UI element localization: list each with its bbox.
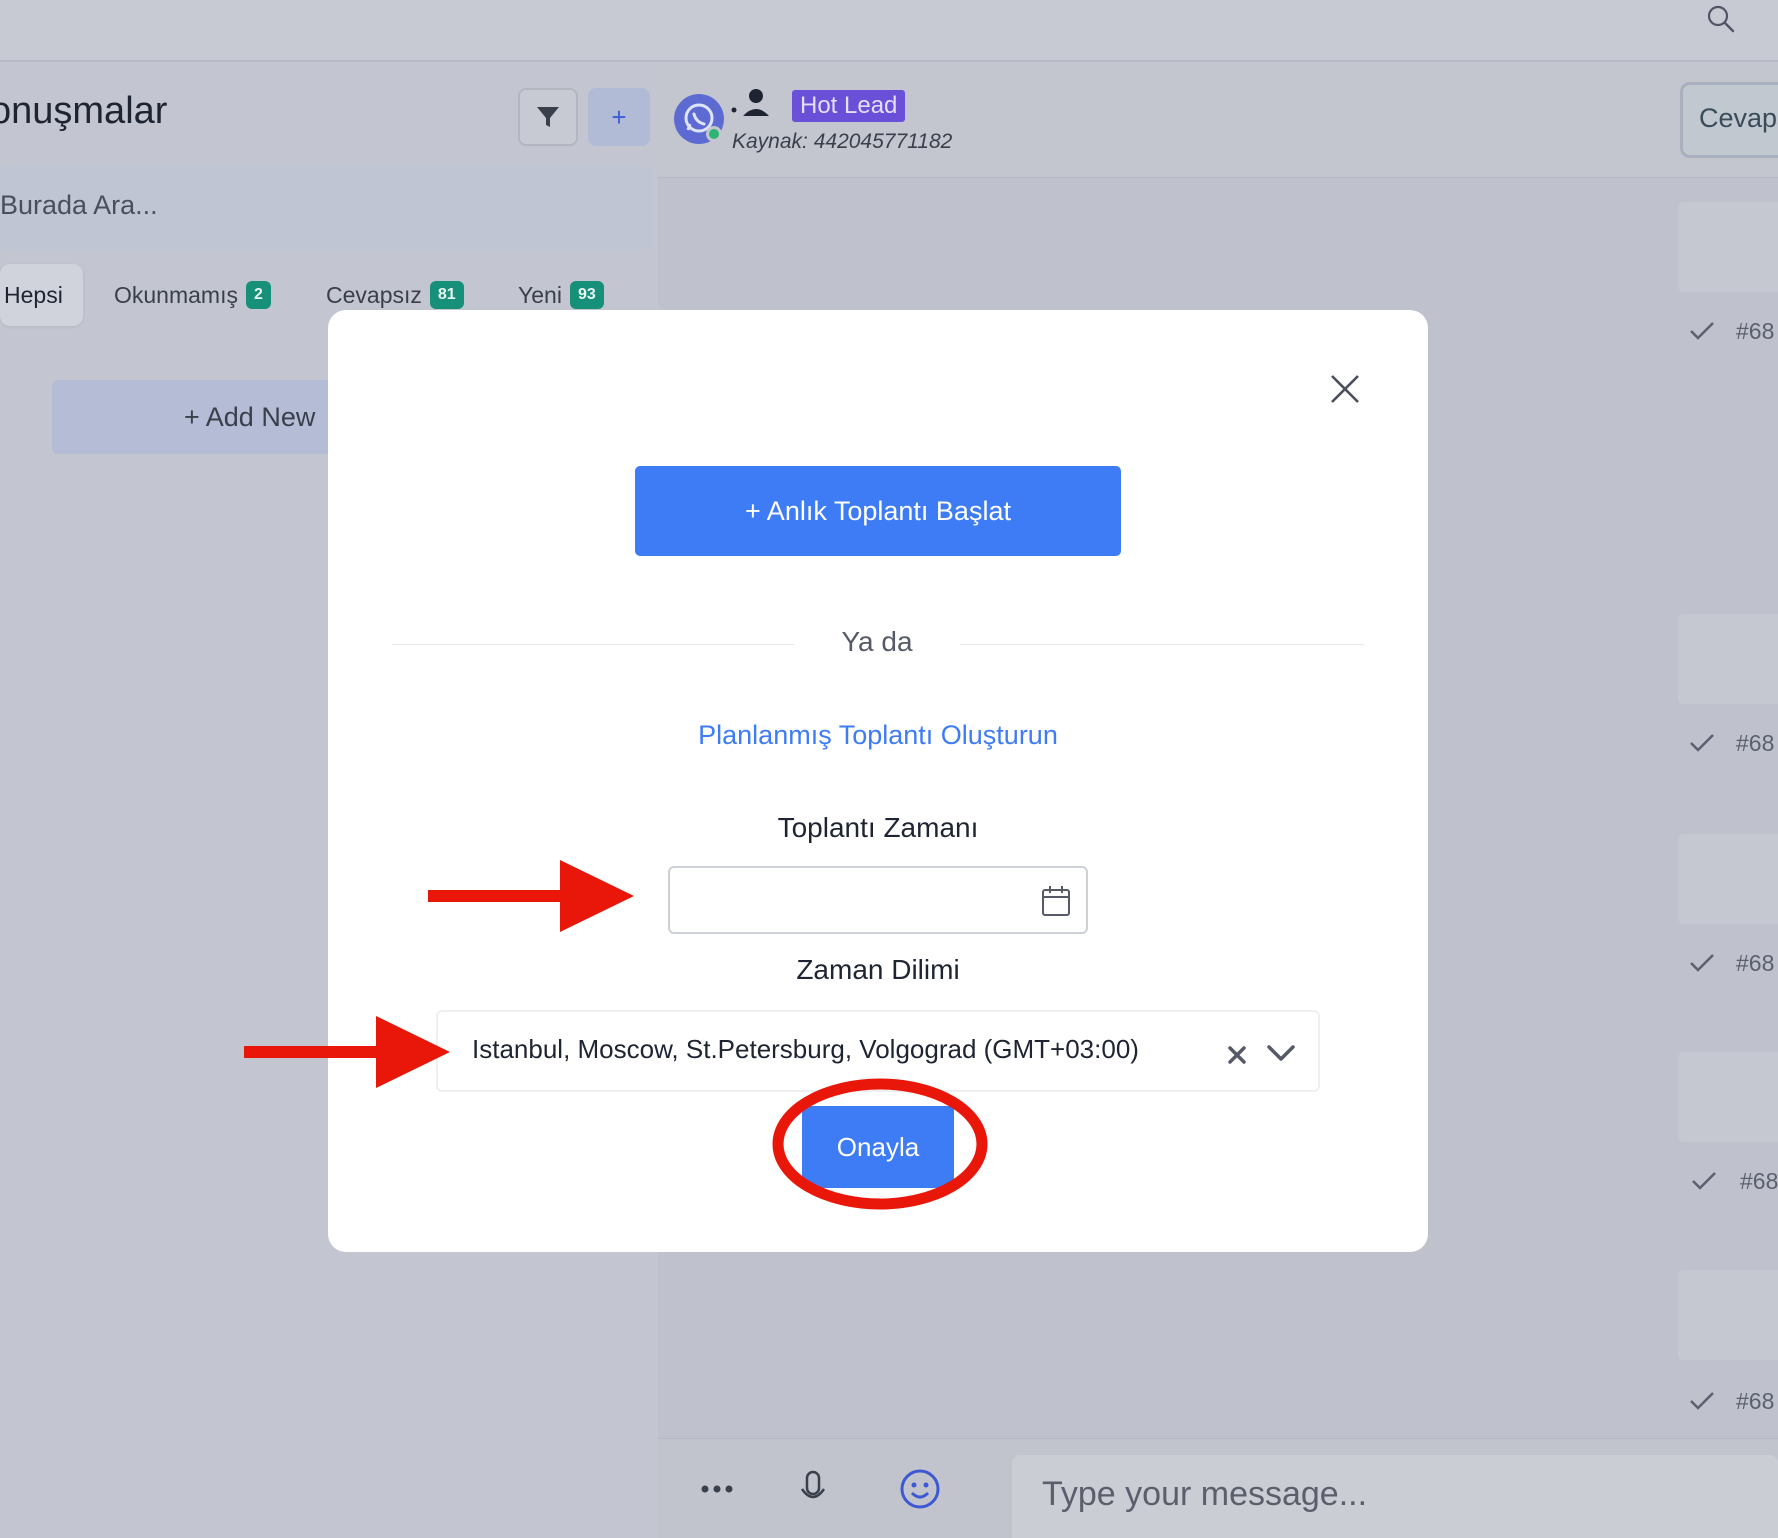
message-id: #68 (1736, 318, 1775, 344)
sidebar-title: onuşmalar (0, 90, 168, 132)
count-badge: 2 (245, 281, 271, 309)
online-status-dot (706, 126, 722, 142)
close-icon[interactable] (1328, 372, 1362, 406)
calendar-icon[interactable] (1040, 884, 1072, 918)
top-bar (0, 0, 1778, 62)
create-scheduled-meeting-link[interactable]: Planlanmış Toplantı Oluşturun (328, 720, 1428, 751)
message-id: #68 (1736, 950, 1775, 976)
start-instant-meeting-button[interactable]: + Anlık Toplantı Başlat (635, 466, 1121, 556)
person-icon (731, 89, 769, 116)
hot-lead-tag: Hot Lead (792, 90, 906, 122)
message-composer: Type your message... (658, 1438, 1778, 1538)
reply-button[interactable]: Cevaps (1680, 82, 1778, 158)
filter-button[interactable] (518, 88, 578, 146)
message-bubble (1678, 834, 1778, 924)
message-input[interactable]: Type your message... (1012, 1455, 1778, 1538)
message-bubble (1678, 1270, 1778, 1360)
message-id: #68 (1736, 1388, 1775, 1414)
search-placeholder: Burada Ara... (0, 190, 158, 220)
tab-label: Cevapsız (326, 281, 422, 308)
confirm-button[interactable]: Onayla (802, 1106, 954, 1188)
clear-icon[interactable] (1226, 1044, 1248, 1066)
search-icon[interactable] (1704, 2, 1738, 36)
check-icon (1690, 954, 1714, 972)
timezone-label: Zaman Dilimi (796, 954, 960, 985)
microphone-icon[interactable] (798, 1469, 828, 1509)
search-input[interactable]: Burada Ara... (0, 166, 654, 250)
meeting-modal: + Anlık Toplantı Başlat Ya da Planlanmış… (328, 310, 1428, 1252)
timezone-select[interactable]: Istanbul, Moscow, St.Petersburg, Volgogr… (436, 1010, 1320, 1092)
check-icon (1690, 322, 1714, 340)
message-bubble (1678, 614, 1778, 704)
meeting-time-field[interactable] (668, 866, 1088, 934)
message-id: #68 (1740, 1168, 1778, 1194)
timezone-value: Istanbul, Moscow, St.Petersburg, Volgogr… (472, 1034, 1139, 1064)
count-badge: 93 (569, 281, 604, 309)
check-icon (1690, 1392, 1714, 1410)
tab-label: Yeni (518, 281, 562, 308)
meeting-time-label: Toplantı Zamanı (777, 812, 979, 843)
tab-label: Okunmamış (114, 281, 238, 308)
plus-icon: + (611, 101, 627, 132)
or-text: Ya da (841, 626, 913, 657)
message-id: #68 (1736, 730, 1775, 756)
count-badge: 81 (429, 281, 464, 309)
message-placeholder: Type your message... (1042, 1475, 1368, 1513)
source-text: Kaynak: 442045771182 (732, 130, 953, 153)
chat-header: Hot Lead Kaynak: 442045771182 Cevaps (658, 64, 1778, 178)
check-icon (1692, 1172, 1716, 1190)
chevron-down-icon[interactable] (1266, 1042, 1296, 1064)
divider (392, 644, 794, 645)
divider (960, 644, 1364, 645)
tab-okunmamis[interactable]: Okunmamış 2 (114, 264, 271, 326)
message-bubble (1678, 202, 1778, 292)
message-bubble (1678, 1052, 1778, 1142)
emoji-icon[interactable] (898, 1467, 942, 1511)
more-icon[interactable] (700, 1483, 734, 1495)
tab-label: Hepsi (4, 281, 63, 308)
meeting-time-input[interactable] (682, 878, 1012, 924)
tab-hepsi[interactable]: Hepsi (0, 264, 83, 326)
check-icon (1690, 734, 1714, 752)
add-conversation-button[interactable]: + (588, 88, 650, 146)
filter-icon (537, 107, 559, 127)
